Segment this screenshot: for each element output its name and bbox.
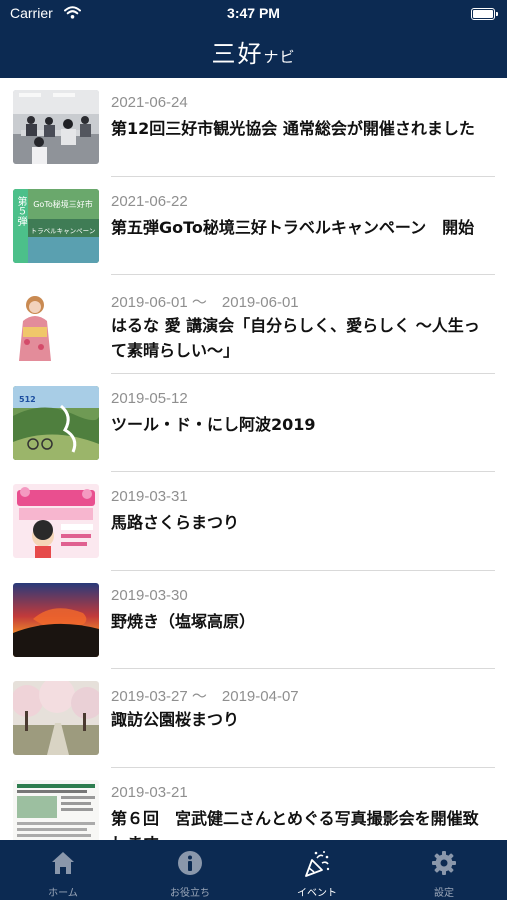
- goto-sub-text: トラベルキャンペーン: [31, 227, 96, 235]
- tab-home-label: ホーム: [48, 888, 78, 899]
- party-popper-icon: [303, 850, 331, 882]
- page-title: 三好ナビ: [0, 34, 507, 69]
- battery-icon: [471, 8, 498, 20]
- list-item[interactable]: 2019-03-27 ～ 2019-04-07 諏訪公園桜まつり: [0, 669, 507, 768]
- event-date: 2019-03-31: [111, 488, 188, 505]
- tab-bar: ホーム お役立ち イベント 設定: [0, 840, 507, 900]
- event-thumbnail-lecture: [13, 287, 99, 361]
- tab-useful-info-label: お役立ち: [170, 888, 210, 899]
- event-date: 2019-03-27 ～ 2019-04-07: [111, 688, 299, 705]
- status-time: 3:47 PM: [227, 5, 280, 21]
- event-date: 2019-06-01 ～ 2019-06-01: [111, 294, 299, 311]
- tab-settings[interactable]: 設定: [381, 840, 507, 900]
- event-thumbnail-photo-session: [13, 779, 99, 840]
- event-title: 第６回 宮武健二さんとめぐる写真撮影会を開催致します: [111, 808, 479, 841]
- event-title: 第12回三好市観光協会 通常総会が開催されました: [111, 119, 475, 138]
- tab-home[interactable]: ホーム: [0, 840, 126, 900]
- list-item[interactable]: 2019-03-31 馬路さくらまつり: [0, 472, 507, 571]
- event-thumbnail-field-burning: [13, 582, 99, 657]
- title-main: 三好: [211, 40, 264, 68]
- navigation-header: Carrier 3:47 PM 三好ナビ: [0, 0, 507, 78]
- event-title: はるな 愛 講演会「自分らしく、愛らしく 〜人生って素晴らしい〜」: [111, 316, 480, 360]
- title-sub: ナビ: [263, 48, 296, 66]
- tab-useful-info[interactable]: お役立ち: [127, 840, 253, 900]
- event-title: 馬路さくらまつり: [111, 513, 240, 532]
- event-title: 第五弾GoTo秘境三好トラベルキャンペーン 開始: [111, 217, 475, 237]
- list-item[interactable]: 2021-06-24 第12回三好市観光協会 通常総会が開催されました: [0, 78, 507, 177]
- list-item[interactable]: 2019-03-21 第６回 宮武健二さんとめぐる写真撮影会を開催致します: [0, 768, 507, 841]
- list-item[interactable]: 2019-03-30 野焼き（塩塚高原）: [0, 571, 507, 670]
- home-icon: [50, 850, 76, 880]
- list-item[interactable]: 第５弾 GoTo秘境三好市 トラベルキャンペーン 2021-06-22 第五弾G…: [0, 177, 507, 276]
- event-thumbnail-meeting: [13, 90, 99, 164]
- event-thumbnail-sakura-festival: [13, 484, 99, 558]
- event-list[interactable]: 2021-06-24 第12回三好市観光協会 通常総会が開催されました 第５弾 …: [0, 78, 507, 840]
- event-thumbnail-cherry-blossom: [13, 681, 99, 755]
- event-title: 諏訪公園桜まつり: [111, 710, 240, 729]
- status-bar: Carrier 3:47 PM: [0, 0, 507, 28]
- list-item[interactable]: 2019-06-01 ～ 2019-06-01 はるな 愛 講演会「自分らしく、…: [0, 275, 507, 374]
- event-date: 2019-03-30: [111, 586, 188, 604]
- event-title: ツール・ド・にし阿波2019: [111, 414, 316, 434]
- goto-side-text: 第５弾: [15, 194, 27, 226]
- info-icon: [177, 850, 203, 880]
- tour-number-text: 512: [19, 395, 36, 404]
- event-thumbnail-cycling-tour: 512: [13, 385, 99, 460]
- event-title: 野焼き（塩塚高原）: [111, 611, 256, 631]
- event-date: 2019-03-21: [111, 783, 188, 801]
- event-date: 2021-06-22: [111, 192, 188, 210]
- gear-icon: [431, 850, 457, 880]
- tab-events[interactable]: イベント: [254, 840, 380, 900]
- tab-settings-label: 設定: [434, 888, 454, 899]
- tab-events-label: イベント: [297, 888, 337, 899]
- event-thumbnail-goto-campaign: 第５弾 GoTo秘境三好市 トラベルキャンペーン: [13, 188, 99, 263]
- event-date: 2021-06-24: [111, 94, 188, 111]
- list-item[interactable]: 512 2019-05-12 ツール・ド・にし阿波2019: [0, 374, 507, 473]
- event-date: 2019-05-12: [111, 389, 188, 407]
- goto-main-text: GoTo秘境三好市: [33, 199, 93, 209]
